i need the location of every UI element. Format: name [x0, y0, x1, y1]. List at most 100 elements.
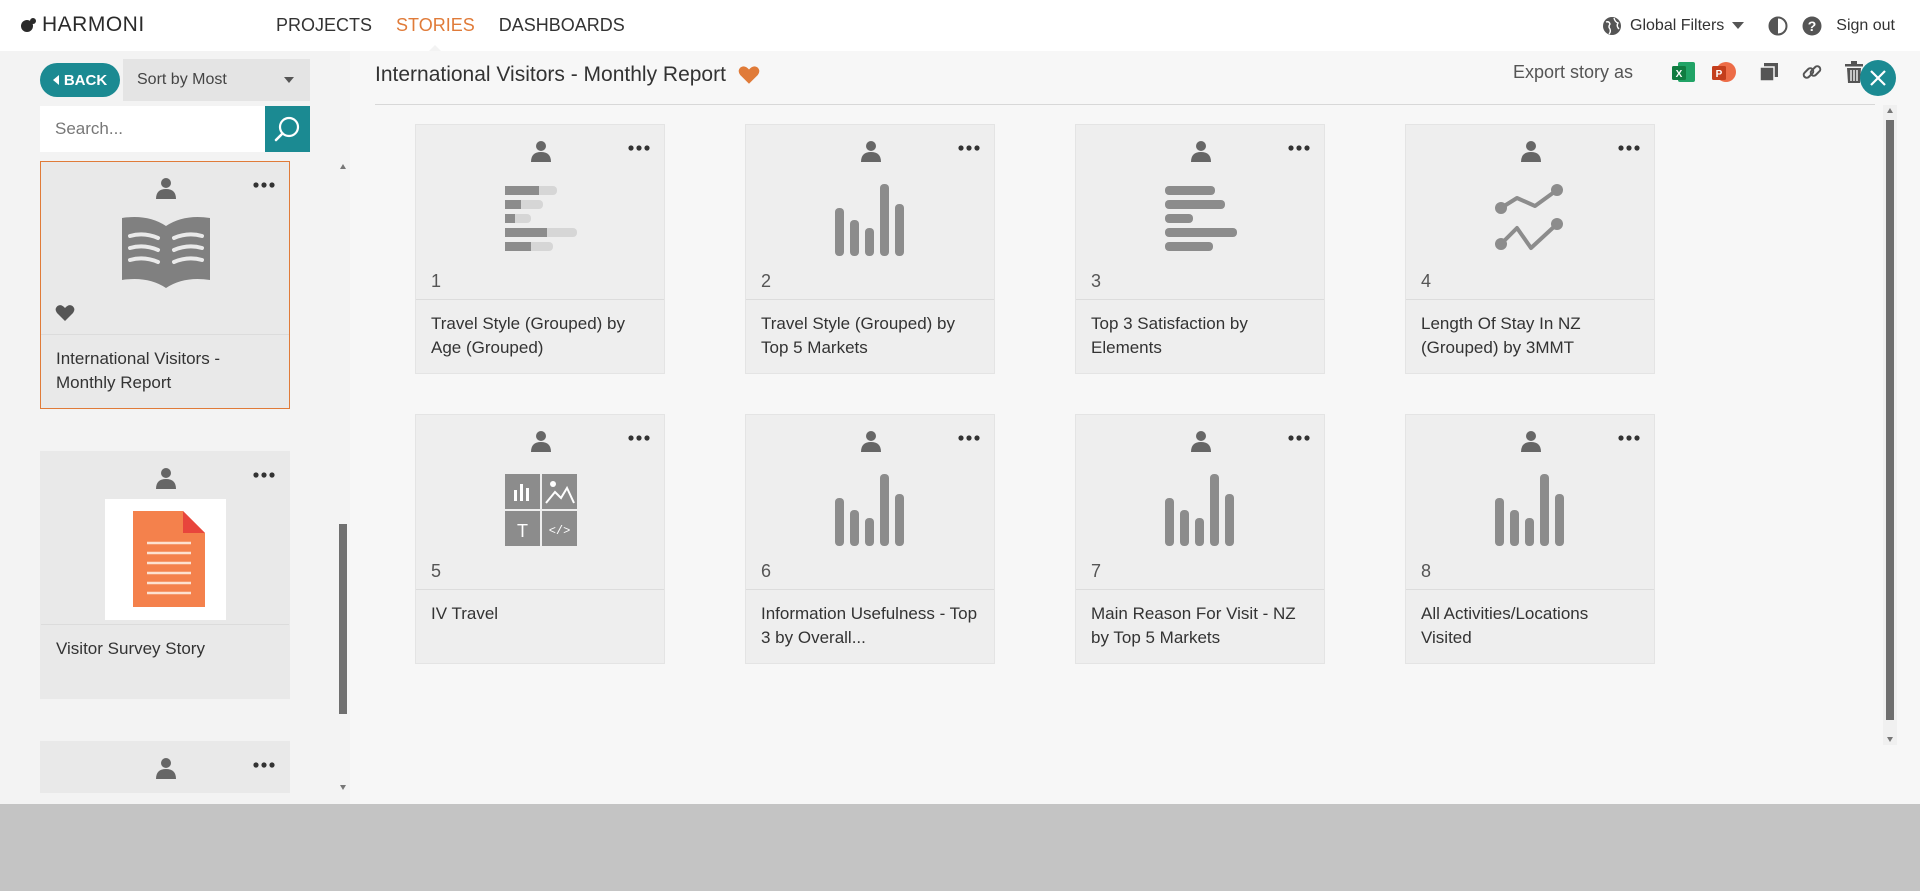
- chart-card-grid: 1 Travel Style (Grouped) by Age (Grouped…: [415, 124, 1815, 684]
- book-icon: [122, 217, 210, 288]
- chevron-down-icon: [1732, 22, 1745, 29]
- back-label: BACK: [63, 71, 108, 89]
- card-number: 4: [1421, 271, 1432, 291]
- copy-icon[interactable]: [1757, 60, 1781, 84]
- app-area: BACK Sort by Most Search... Internationa…: [0, 51, 1920, 804]
- chart-card[interactable]: 4 Length Of Stay In NZ (Grouped) by 3MMT: [1405, 124, 1655, 374]
- user-icon: [1191, 431, 1211, 452]
- contrast-toggle[interactable]: [1768, 16, 1788, 36]
- sort-label: Sort by Most: [137, 71, 227, 88]
- user-icon: [1521, 431, 1541, 452]
- svg-text:</>: </>: [549, 524, 571, 538]
- sort-dropdown[interactable]: Sort by Most: [123, 59, 310, 101]
- more-options-icon[interactable]: [1288, 435, 1310, 441]
- sidebar-scrollbar[interactable]: [337, 161, 349, 793]
- card-number: 3: [1091, 271, 1102, 291]
- story-list: International Visitors - Monthly Report: [40, 161, 290, 793]
- main-nav: PROJECTS STORIES DASHBOARDS: [276, 0, 637, 51]
- story-card-title: Visitor Survey Story: [41, 624, 289, 698]
- caret-left-icon: [52, 75, 59, 85]
- nav-dashboards[interactable]: DASHBOARDS: [487, 0, 637, 51]
- more-options-icon[interactable]: [958, 145, 980, 151]
- svg-text:?: ?: [1808, 18, 1817, 34]
- help-icon: ?: [1802, 16, 1822, 35]
- favorite-heart-icon[interactable]: [55, 304, 75, 322]
- more-options-icon[interactable]: [1618, 435, 1640, 441]
- chart-card[interactable]: 3 Top 3 Satisfaction by Elements: [1075, 124, 1325, 374]
- close-icon: [1870, 70, 1886, 86]
- nav-projects[interactable]: PROJECTS: [276, 0, 384, 51]
- bar-chart-icon: [1165, 186, 1237, 251]
- more-options-icon[interactable]: [253, 762, 275, 768]
- brand-name: HARMONI: [42, 13, 145, 36]
- chart-card[interactable]: 7 Main Reason For Visit - NZ by Top 5 Ma…: [1075, 414, 1325, 664]
- dashboard-tiles-icon: T </>: [505, 474, 577, 546]
- document-icon: [133, 511, 205, 607]
- help-button[interactable]: ?: [1802, 16, 1822, 36]
- more-options-icon[interactable]: [1618, 145, 1640, 151]
- story-content: International Visitors - Monthly Report …: [350, 51, 1920, 804]
- powerpoint-icon[interactable]: P: [1711, 59, 1737, 85]
- user-icon: [861, 141, 881, 162]
- scroll-up-icon[interactable]: [1887, 108, 1893, 113]
- nav-stories[interactable]: STORIES: [384, 0, 487, 51]
- user-icon: [861, 431, 881, 452]
- chart-card[interactable]: T </> 5 IV Travel: [415, 414, 665, 664]
- search-input[interactable]: [40, 106, 265, 152]
- story-card[interactable]: International Visitors - Monthly Report: [40, 161, 290, 409]
- chart-card[interactable]: 2 Travel Style (Grouped) by Top 5 Market…: [745, 124, 995, 374]
- harmoni-logo[interactable]: HARMONI: [20, 13, 145, 37]
- chevron-down-icon: [284, 77, 294, 83]
- card-number: 6: [761, 561, 772, 581]
- line-chart-icon: [1495, 184, 1563, 250]
- chart-card[interactable]: 1 Travel Style (Grouped) by Age (Grouped…: [415, 124, 665, 374]
- more-options-icon[interactable]: [253, 182, 275, 188]
- user-icon: [156, 468, 176, 489]
- export-toolbar: Export story as X P: [1513, 59, 1865, 85]
- excel-icon[interactable]: X: [1671, 59, 1697, 85]
- search-button[interactable]: [265, 106, 310, 152]
- story-title: International Visitors - Monthly Report: [375, 63, 760, 87]
- scroll-down-icon[interactable]: [340, 785, 346, 790]
- chart-card[interactable]: 8 All Activities/Locations Visited: [1405, 414, 1655, 664]
- more-options-icon[interactable]: [628, 145, 650, 151]
- card-title: Information Usefulness - Top 3 by Overal…: [746, 589, 994, 663]
- card-number: 1: [431, 271, 442, 291]
- close-button[interactable]: [1860, 60, 1896, 96]
- scrollbar-thumb[interactable]: [1886, 120, 1894, 720]
- svg-text:P: P: [1716, 69, 1723, 80]
- more-options-icon[interactable]: [253, 472, 275, 478]
- story-card[interactable]: [40, 741, 290, 793]
- global-filters-button[interactable]: Global Filters: [1602, 16, 1745, 36]
- logo-icon: [21, 18, 36, 32]
- search-icon: [274, 116, 299, 142]
- link-icon[interactable]: [1801, 61, 1823, 83]
- scrollbar-thumb[interactable]: [339, 524, 347, 714]
- scroll-down-icon[interactable]: [1887, 737, 1893, 742]
- back-button[interactable]: BACK: [40, 63, 120, 97]
- card-title: Travel Style (Grouped) by Age (Grouped): [416, 299, 664, 373]
- column-chart-icon: [1165, 474, 1234, 546]
- card-number: 5: [431, 561, 442, 581]
- more-options-icon[interactable]: [1288, 145, 1310, 151]
- card-title: Main Reason For Visit - NZ by Top 5 Mark…: [1076, 589, 1324, 663]
- top-right-actions: Global Filters ? Sign out: [1602, 0, 1895, 51]
- scroll-up-icon[interactable]: [340, 164, 346, 169]
- favorite-heart-icon[interactable]: [738, 65, 760, 85]
- user-icon: [531, 141, 551, 162]
- user-icon: [1191, 141, 1211, 162]
- user-icon: [156, 178, 176, 199]
- svg-text:T: T: [517, 521, 528, 541]
- content-scrollbar[interactable]: [1883, 105, 1897, 745]
- more-options-icon[interactable]: [628, 435, 650, 441]
- chart-card[interactable]: 6 Information Usefulness - Top 3 by Over…: [745, 414, 995, 664]
- story-card[interactable]: Visitor Survey Story: [40, 451, 290, 699]
- story-title-text: International Visitors - Monthly Report: [375, 63, 726, 86]
- stories-sidebar: BACK Sort by Most Search... Internationa…: [0, 51, 350, 804]
- stacked-bar-icon: [505, 186, 577, 251]
- card-title: Travel Style (Grouped) by Top 5 Markets: [746, 299, 994, 373]
- more-options-icon[interactable]: [958, 435, 980, 441]
- user-icon: [531, 431, 551, 452]
- sign-out-link[interactable]: Sign out: [1836, 17, 1895, 35]
- user-icon: [1521, 141, 1541, 162]
